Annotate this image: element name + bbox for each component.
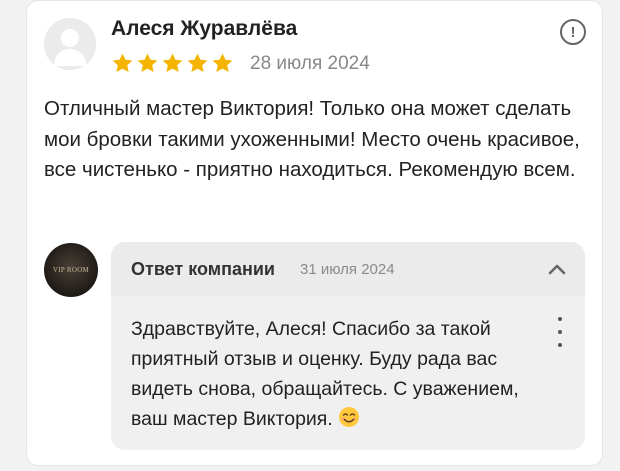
company-logo-text: VIP ROOM [52,266,90,274]
reply-text-body: Здравствуйте, Алеся! Спасибо за такой пр… [131,318,519,430]
more-options-button[interactable] [553,317,567,347]
smiling-face-icon [339,407,360,427]
reply-date: 31 июля 2024 [300,261,395,278]
star-icon [162,53,183,73]
dot [558,317,562,321]
reply-title: Ответ компании [131,259,275,279]
chevron-up-icon[interactable] [547,260,567,280]
star-icon [187,53,208,73]
user-silhouette-icon [44,18,96,70]
company-reply: Ответ компании 31 июля 2024 Здравствуйте… [111,242,585,450]
rating-stars [111,52,234,75]
dot [558,330,562,334]
company-avatar[interactable]: VIP ROOM [44,243,98,297]
star-icon [137,53,158,73]
star-icon [212,53,233,73]
exclamation-circle-icon: ! [570,23,576,41]
dot [558,343,562,347]
user-avatar[interactable] [44,18,96,70]
star-icon [112,53,133,73]
review-author-name[interactable]: Алеся Журавлёва [111,17,297,41]
reply-header[interactable]: Ответ компании 31 июля 2024 [111,242,585,296]
review-text: Отличный мастер Виктория! Только она мож… [44,97,580,181]
review-date: 28 июля 2024 [250,53,370,74]
report-button[interactable]: ! [560,19,586,45]
reply-text: Здравствуйте, Алеся! Спасибо за такой пр… [131,314,531,434]
